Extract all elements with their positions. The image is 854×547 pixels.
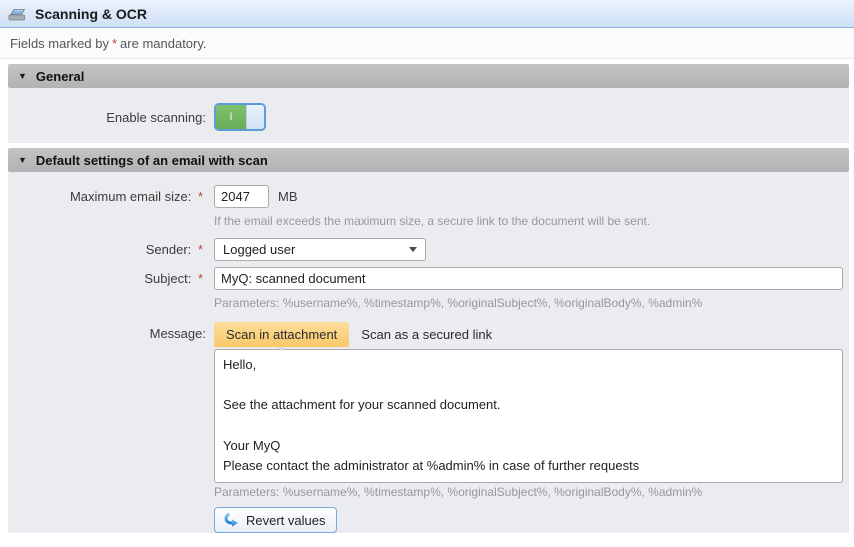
- mandatory-asterisk: *: [195, 271, 206, 286]
- scanning-ocr-settings-page: Scanning & OCR Fields marked by * are ma…: [0, 0, 854, 547]
- section-title-email-defaults: Default settings of an email with scan: [36, 153, 268, 168]
- mandatory-asterisk: *: [109, 36, 120, 51]
- subject-input[interactable]: [214, 267, 843, 290]
- notice-text-suffix: are mandatory.: [120, 36, 206, 51]
- mandatory-asterisk: *: [195, 242, 206, 257]
- chevron-down-icon: [409, 247, 417, 252]
- section-email-defaults: ▼ Default settings of an email with scan…: [8, 148, 849, 533]
- subject-label: Subject: *: [8, 271, 214, 286]
- sender-dropdown[interactable]: Logged user: [214, 238, 426, 261]
- max-email-size-input[interactable]: [214, 185, 269, 208]
- max-email-size-unit: MB: [278, 189, 298, 204]
- message-body-textarea[interactable]: Hello, See the attachment for your scann…: [214, 349, 843, 483]
- enable-scanning-label: Enable scanning:: [8, 110, 214, 125]
- section-header-email-defaults[interactable]: ▼ Default settings of an email with scan: [8, 148, 849, 172]
- message-label: Message:: [8, 322, 214, 341]
- sender-selected-value: Logged user: [223, 242, 409, 257]
- mandatory-asterisk: *: [195, 189, 206, 204]
- message-parameters-help: Parameters: %username%, %timestamp%, %or…: [214, 485, 849, 499]
- tab-scan-as-secured-link[interactable]: Scan as a secured link: [349, 322, 504, 347]
- revert-arrow-icon: [223, 512, 240, 529]
- section-general: ▼ General Enable scanning: I: [8, 64, 849, 143]
- notice-text-prefix: Fields marked by: [10, 36, 109, 51]
- enable-scanning-toggle[interactable]: I: [214, 103, 266, 131]
- sender-label: Sender: *: [8, 242, 214, 257]
- sender-label-text: Sender:: [146, 242, 192, 257]
- collapse-triangle-icon: ▼: [18, 155, 27, 165]
- mandatory-fields-notice: Fields marked by * are mandatory.: [0, 28, 854, 59]
- page-header: Scanning & OCR: [0, 0, 854, 28]
- scanner-icon: [7, 5, 27, 23]
- subject-parameters-help: Parameters: %username%, %timestamp%, %or…: [214, 296, 849, 310]
- revert-values-button[interactable]: Revert values: [214, 507, 337, 533]
- max-email-size-help: If the email exceeds the maximum size, a…: [214, 214, 849, 228]
- revert-values-label: Revert values: [246, 513, 325, 528]
- message-tabs: Scan in attachment Scan as a secured lin…: [214, 322, 504, 347]
- max-email-size-label-text: Maximum email size:: [70, 189, 191, 204]
- section-body-email-defaults: Maximum email size: * MB If the email ex…: [8, 172, 849, 533]
- toggle-on-segment: I: [216, 105, 246, 129]
- collapse-triangle-icon: ▼: [18, 71, 27, 81]
- section-header-general[interactable]: ▼ General: [8, 64, 849, 88]
- max-email-size-label: Maximum email size: *: [8, 189, 214, 204]
- toggle-knob: [246, 105, 264, 129]
- page-title: Scanning & OCR: [35, 6, 147, 22]
- tab-scan-in-attachment[interactable]: Scan in attachment: [214, 322, 349, 347]
- section-title-general: General: [36, 69, 84, 84]
- section-body-general: Enable scanning: I: [8, 88, 849, 143]
- subject-label-text: Subject:: [144, 271, 191, 286]
